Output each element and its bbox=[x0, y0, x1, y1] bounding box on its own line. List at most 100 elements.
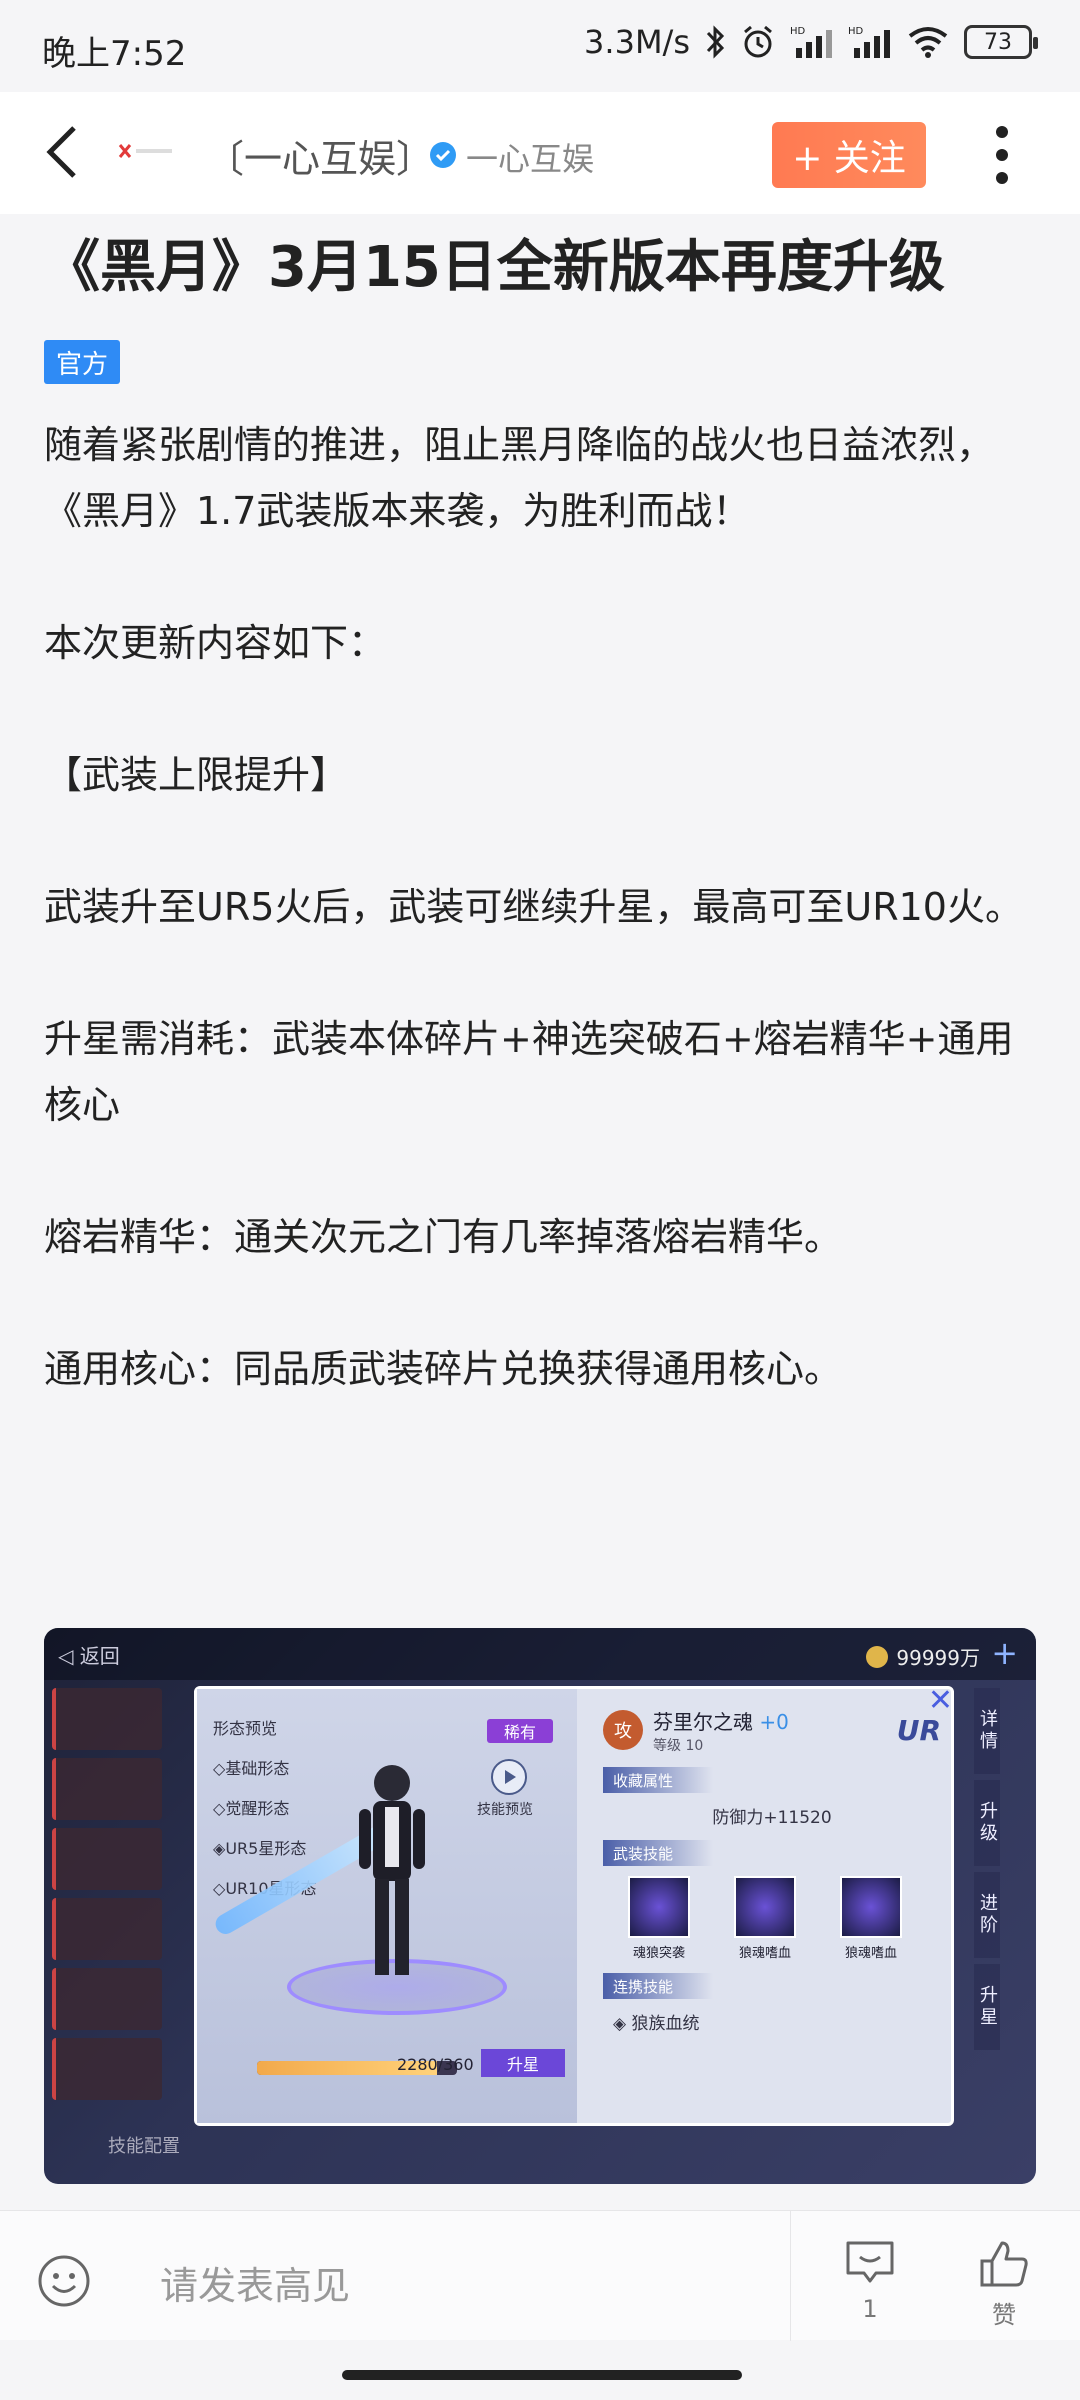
emoji-button[interactable] bbox=[36, 2253, 92, 2309]
game-right-tabs: 详情 升级 进阶 升星 bbox=[974, 1688, 1032, 2056]
status-time: 晚上7:52 bbox=[42, 34, 187, 74]
game-weapon-item bbox=[52, 1688, 162, 1750]
game-topbar: ◁ 返回 99999万 + bbox=[44, 1628, 1036, 1680]
verified-icon bbox=[428, 140, 458, 170]
emoji-icon bbox=[38, 2255, 90, 2307]
battery-icon: 73 bbox=[964, 25, 1038, 59]
game-combo-skill: ◈ 狼族血统 bbox=[613, 2014, 700, 2034]
comment-icon bbox=[846, 2241, 894, 2283]
paragraph: 熔岩精华：通关次元之门有几率掉落熔岩精华。 bbox=[44, 1215, 843, 1259]
svg-text:HD: HD bbox=[790, 26, 806, 37]
game-section-skills: 武装技能 bbox=[603, 1840, 713, 1866]
game-coins: 99999万 bbox=[866, 1642, 980, 1671]
game-menu-item: ◇基础形态 bbox=[213, 1759, 290, 1778]
paragraph: 本次更新内容如下： bbox=[44, 621, 387, 665]
close-icon: ✕ bbox=[927, 1683, 953, 1718]
like-button[interactable]: 赞 bbox=[974, 2239, 1034, 2335]
status-bar: 晚上7:52 3.3M/s HD HD 73 bbox=[0, 0, 1080, 92]
home-indicator[interactable] bbox=[342, 2370, 742, 2380]
official-badge: 官方 bbox=[44, 340, 121, 384]
game-plus-icon: + bbox=[991, 1634, 1018, 1672]
game-panel-right: ✕ 攻 芬里尔之魂 +0 等级 10 UR 收藏属性 防御力+11520 武装技… bbox=[587, 1683, 957, 2123]
more-dot-icon bbox=[996, 126, 1008, 138]
comment-input[interactable]: 请发表高见 bbox=[160, 2255, 350, 2310]
top-nav: 〔一心互娱〕 一心互娱 + 关注 bbox=[0, 92, 1080, 214]
follow-button[interactable]: + 关注 bbox=[772, 122, 926, 188]
paragraph: 通用核心：同品质武装碎片兑换获得通用核心。 bbox=[44, 1347, 843, 1391]
game-back-label: ◁ 返回 bbox=[58, 1644, 120, 1668]
back-button[interactable] bbox=[30, 120, 94, 184]
game-panel-left: 形态预览 ◇基础形态 ◇觉醒形态 ◈UR5星形态 ◇UR10星形态 稀有 技能预… bbox=[197, 1689, 577, 2123]
more-dot-icon bbox=[996, 149, 1008, 161]
svg-text:HD: HD bbox=[848, 26, 864, 37]
game-menu-title: 形态预览 bbox=[213, 1719, 278, 1738]
game-progress-text: 2280/360 bbox=[397, 2055, 474, 2074]
section-heading: 【武装上限提升】 bbox=[44, 753, 349, 797]
signal-icon: HD bbox=[790, 22, 834, 62]
attack-type-icon: 攻 bbox=[603, 1710, 643, 1750]
game-weapon-item bbox=[52, 2038, 162, 2100]
game-tab: 升星 bbox=[974, 1964, 1000, 2050]
more-options-button[interactable] bbox=[976, 122, 1028, 188]
skill-icon bbox=[628, 1876, 690, 1938]
bluetooth-icon bbox=[704, 22, 726, 62]
network-speed: 3.3M/s bbox=[584, 23, 690, 61]
game-section-attrs: 收藏属性 bbox=[603, 1767, 713, 1793]
comment-count: 1 bbox=[862, 2295, 878, 2323]
game-section-combo: 连携技能 bbox=[603, 1973, 713, 1999]
game-menu-item: ◇觉醒形态 bbox=[213, 1799, 290, 1818]
more-dot-icon bbox=[996, 172, 1008, 184]
game-skill: 魂狼突袭 bbox=[617, 1876, 701, 1961]
game-skill-preview-label: 技能预览 bbox=[477, 1802, 533, 1818]
game-menu-item: ◈UR5星形态 bbox=[213, 1839, 307, 1858]
account-name[interactable]: 〔一心互娱〕 bbox=[206, 128, 434, 183]
game-tab: 升级 bbox=[974, 1780, 1000, 1866]
article-image[interactable]: ◁ 返回 99999万 + 形态预览 ◇基础形态 ◇觉醒形态 ◈UR5星形态 ◇… bbox=[44, 1628, 1036, 2184]
game-weapon-name: 芬里尔之魂 +0 bbox=[653, 1709, 789, 1734]
game-skill-list: 魂狼突袭 狼魂嗜血 狼魂嗜血 bbox=[603, 1876, 941, 1961]
game-weapon-item bbox=[52, 1758, 162, 1820]
game-upstar-button: 升星 bbox=[481, 2049, 565, 2077]
account-logo[interactable] bbox=[116, 132, 176, 172]
coin-icon bbox=[866, 1645, 889, 1668]
game-rarity-tag: 稀有 bbox=[487, 1719, 553, 1743]
game-stat: 防御力+11520 bbox=[712, 1808, 832, 1828]
game-weapon-item bbox=[52, 1968, 162, 2030]
game-tab: 进阶 bbox=[974, 1872, 1000, 1958]
signal-icon: HD bbox=[848, 22, 892, 62]
skill-icon bbox=[840, 1876, 902, 1938]
comment-button[interactable]: 1 bbox=[840, 2239, 900, 2335]
alarm-icon bbox=[740, 22, 776, 62]
game-character bbox=[359, 1765, 425, 1975]
status-icons: 3.3M/s HD HD 73 bbox=[584, 22, 1038, 62]
divider bbox=[790, 2211, 791, 2341]
bottom-bar: 请发表高见 1 赞 bbox=[0, 2210, 1080, 2341]
paragraph-spacer bbox=[44, 676, 1044, 742]
article-title: 《黑月》3月15日全新版本再度升级 bbox=[44, 235, 945, 300]
game-bottom-label: 技能配置 bbox=[108, 2136, 180, 2157]
account-subtitle: 一心互娱 bbox=[466, 140, 595, 178]
game-skill: 狼魂嗜血 bbox=[829, 1876, 913, 1961]
paragraph: 随着紧张剧情的推进，阻止黑月降临的战火也日益浓烈，《黑月》1.7武装版本来袭，为… bbox=[44, 423, 995, 533]
game-tab: 详情 bbox=[974, 1688, 1000, 1774]
play-icon bbox=[491, 1759, 527, 1795]
thumbs-up-icon bbox=[980, 2241, 1028, 2287]
skill-icon bbox=[734, 1876, 796, 1938]
game-skill: 狼魂嗜血 bbox=[723, 1876, 807, 1961]
back-arrow-icon bbox=[46, 126, 76, 178]
paragraph-spacer bbox=[44, 1270, 1044, 1336]
paragraph-spacer bbox=[44, 808, 1044, 874]
game-weapon-item bbox=[52, 1898, 162, 1960]
like-label: 赞 bbox=[992, 2301, 1016, 2329]
paragraph: 升星需消耗：武装本体碎片+神选突破石+熔岩精华+通用核心 bbox=[44, 1017, 1014, 1127]
game-weapon-info: 芬里尔之魂 +0 等级 10 bbox=[653, 1706, 789, 1755]
paragraph-spacer bbox=[44, 940, 1044, 1006]
game-weapon-header: 攻 芬里尔之魂 +0 等级 10 UR bbox=[603, 1705, 941, 1755]
paragraph-spacer bbox=[44, 1138, 1044, 1204]
article-body: 随着紧张剧情的推进，阻止黑月降临的战火也日益浓烈，《黑月》1.7武装版本来袭，为… bbox=[44, 412, 1044, 1402]
game-weapon-level: 等级 10 bbox=[653, 1737, 704, 1754]
paragraph-spacer bbox=[44, 544, 1044, 610]
game-weapon-list bbox=[52, 1688, 172, 2148]
game-panel: 形态预览 ◇基础形态 ◇觉醒形态 ◈UR5星形态 ◇UR10星形态 稀有 技能预… bbox=[194, 1683, 957, 2126]
game-weapon-item bbox=[52, 1828, 162, 1890]
